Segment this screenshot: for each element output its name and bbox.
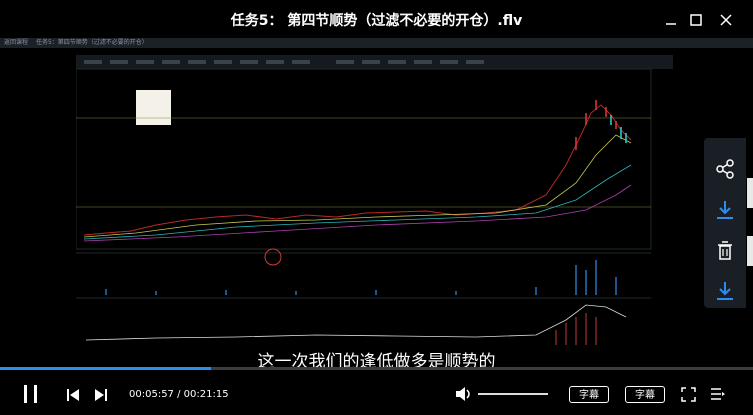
subtitle-button[interactable]: 字幕 [569, 386, 609, 403]
edge-tab[interactable] [747, 236, 753, 266]
delete-icon[interactable] [714, 240, 736, 262]
breadcrumb: 返回课程 任务5：第四节顺势（过滤不必要的开仓） [4, 38, 154, 48]
previous-icon[interactable] [66, 387, 80, 406]
volume-icon[interactable] [455, 386, 473, 406]
fullscreen-icon[interactable] [681, 387, 696, 406]
current-time: 00:05:57 [129, 389, 174, 400]
playlist-icon[interactable] [710, 387, 726, 406]
download-icon[interactable] [714, 280, 736, 302]
subtitle-language-button[interactable]: 字幕 [625, 386, 665, 403]
minimize-icon[interactable] [663, 12, 679, 28]
edge-tab[interactable] [747, 178, 753, 208]
progress-fill[interactable] [0, 367, 211, 370]
next-icon[interactable] [94, 387, 108, 406]
breadcrumb-path: 任务5：第四节顺势（过滤不必要的开仓） [35, 39, 148, 46]
pause-icon[interactable] [22, 384, 40, 408]
total-time: 00:21:15 [183, 389, 229, 400]
window-title: 任务5： 第四节顺势（过滤不必要的开仓）.flv [230, 13, 523, 29]
maximize-icon[interactable] [688, 12, 704, 28]
download-icon[interactable] [714, 199, 736, 221]
close-icon[interactable] [718, 12, 734, 28]
time-separator: / [173, 389, 184, 400]
video-content [75, 55, 673, 370]
volume-slider[interactable] [478, 393, 548, 395]
video-frame[interactable] [75, 55, 673, 370]
back-to-course-link[interactable]: 返回课程 [4, 39, 28, 46]
time-display: 00:05:57 / 00:21:15 [129, 389, 229, 400]
share-icon[interactable] [714, 158, 736, 180]
